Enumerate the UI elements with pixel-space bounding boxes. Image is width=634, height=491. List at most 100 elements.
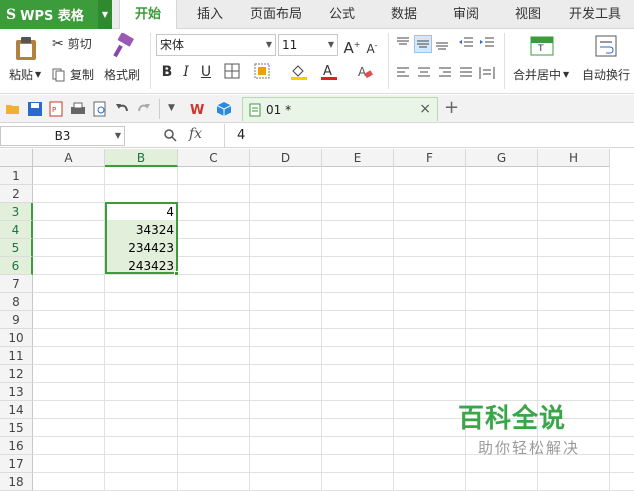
column-header-d[interactable]: D: [250, 149, 322, 167]
chevron-down-icon[interactable]: ▼: [98, 0, 112, 29]
row-header-9[interactable]: 9: [0, 311, 33, 329]
font-color-button[interactable]: A: [320, 63, 338, 81]
grow-font-button[interactable]: A+: [343, 36, 361, 57]
cell-style-button[interactable]: [254, 63, 272, 81]
align-right-icon: [439, 67, 451, 77]
row-header-4[interactable]: 4: [0, 221, 33, 239]
row-header-3[interactable]: 3: [0, 203, 33, 221]
open-folder-icon[interactable]: [5, 101, 21, 117]
row-header-10[interactable]: 10: [0, 329, 33, 347]
row-header-14[interactable]: 14: [0, 401, 33, 419]
font-name-select[interactable]: 宋体 ▼: [156, 34, 276, 56]
gridline: [33, 346, 634, 347]
format-painter-icon[interactable]: [110, 33, 136, 59]
font-size-select[interactable]: 11 ▼: [278, 34, 338, 56]
cell-b5[interactable]: 234423: [106, 239, 176, 257]
column-header-h[interactable]: H: [538, 149, 610, 167]
cell-b3[interactable]: 4: [106, 203, 176, 221]
align-center-button[interactable]: [416, 65, 434, 83]
name-box-value: B3: [54, 129, 71, 143]
row-header-13[interactable]: 13: [0, 383, 33, 401]
wps-w-logo-icon[interactable]: W: [190, 101, 206, 117]
tab-developer[interactable]: 开发工具: [562, 0, 628, 29]
ribbon-divider: [504, 33, 505, 89]
merge-center-icon[interactable]: T: [530, 34, 554, 58]
chevron-down-icon[interactable]: ▼: [168, 103, 175, 113]
row-header-15[interactable]: 15: [0, 419, 33, 437]
close-icon[interactable]: ×: [419, 101, 431, 117]
distribute-button[interactable]: [479, 65, 497, 83]
cube-icon[interactable]: [216, 101, 232, 117]
align-top-button[interactable]: [395, 35, 413, 53]
clear-format-button[interactable]: A: [356, 63, 374, 81]
tab-formulas[interactable]: 公式: [318, 0, 366, 29]
copy-button[interactable]: 复制: [52, 66, 94, 83]
cell-b4[interactable]: 34324: [106, 221, 176, 239]
align-bottom-button[interactable]: [434, 35, 452, 53]
tab-home[interactable]: 开始: [119, 0, 177, 30]
svg-text:A: A: [323, 64, 332, 79]
grid-fill-icon: [254, 63, 270, 79]
row-header-17[interactable]: 17: [0, 455, 33, 473]
column-header-c[interactable]: C: [178, 149, 250, 167]
column-header-a[interactable]: A: [33, 149, 105, 167]
wrap-text-icon[interactable]: [594, 34, 618, 58]
increase-indent-button[interactable]: [479, 35, 497, 53]
tab-view[interactable]: 视图: [504, 0, 552, 29]
row-header-11[interactable]: 11: [0, 347, 33, 365]
row-header-8[interactable]: 8: [0, 293, 33, 311]
italic-button[interactable]: I: [177, 63, 195, 81]
magnifier-icon[interactable]: [163, 128, 177, 142]
print-icon[interactable]: [70, 101, 86, 117]
column-header-f[interactable]: F: [394, 149, 466, 167]
row-header-12[interactable]: 12: [0, 365, 33, 383]
format-painter-button[interactable]: 格式刷: [104, 66, 140, 83]
print-preview-icon[interactable]: [92, 101, 108, 117]
cell-b6[interactable]: 243423: [106, 257, 176, 275]
redo-icon[interactable]: [136, 101, 152, 117]
row-header-7[interactable]: 7: [0, 275, 33, 293]
row-header-1[interactable]: 1: [0, 167, 33, 185]
tab-review[interactable]: 审阅: [442, 0, 490, 29]
fill-color-button[interactable]: [290, 63, 308, 81]
tab-page-layout[interactable]: 页面布局: [245, 0, 307, 29]
name-box[interactable]: B3 ▼: [0, 126, 125, 146]
tab-insert[interactable]: 插入: [185, 0, 235, 29]
align-middle-button[interactable]: [414, 35, 432, 53]
cut-button[interactable]: ✂ 剪切: [52, 35, 92, 52]
row-header-5[interactable]: 5: [0, 239, 33, 257]
decrease-indent-button[interactable]: [458, 35, 476, 53]
row-header-16[interactable]: 16: [0, 437, 33, 455]
merge-center-button[interactable]: 合并居中 ▼: [513, 66, 569, 83]
wps-app-menu-button[interactable]: S WPS 表格 ▼: [0, 0, 112, 29]
underline-button[interactable]: U: [197, 63, 215, 81]
formula-input[interactable]: 4: [224, 124, 634, 148]
row-header-6[interactable]: 6: [0, 257, 33, 275]
paste-icon[interactable]: [12, 33, 42, 63]
fill-handle[interactable]: [174, 271, 179, 276]
new-tab-button[interactable]: +: [444, 97, 459, 118]
column-header-b[interactable]: B: [105, 149, 178, 167]
save-icon[interactable]: [27, 101, 43, 117]
wrap-text-button[interactable]: 自动换行: [582, 66, 630, 83]
tab-data[interactable]: 数据: [380, 0, 428, 29]
paste-button[interactable]: 粘贴 ▼: [9, 66, 41, 83]
export-pdf-icon[interactable]: P: [48, 101, 64, 117]
bold-button[interactable]: B: [158, 63, 176, 81]
document-tab[interactable]: 01 * ×: [242, 97, 438, 121]
borders-button[interactable]: [224, 63, 242, 81]
shrink-font-label: A: [366, 42, 375, 56]
undo-icon[interactable]: [114, 101, 130, 117]
align-right-button[interactable]: [437, 65, 455, 83]
justify-button[interactable]: [458, 65, 476, 83]
app-title: WPS 表格: [20, 9, 84, 24]
select-all-corner[interactable]: [0, 149, 33, 167]
row-header-18[interactable]: 18: [0, 473, 33, 491]
align-left-button[interactable]: [395, 65, 413, 83]
row-header-2[interactable]: 2: [0, 185, 33, 203]
column-header-g[interactable]: G: [466, 149, 538, 167]
toolbar-divider: [159, 99, 160, 119]
shrink-font-button[interactable]: A-: [363, 37, 381, 56]
column-header-e[interactable]: E: [322, 149, 394, 167]
insert-function-button[interactable]: fx: [189, 126, 202, 142]
